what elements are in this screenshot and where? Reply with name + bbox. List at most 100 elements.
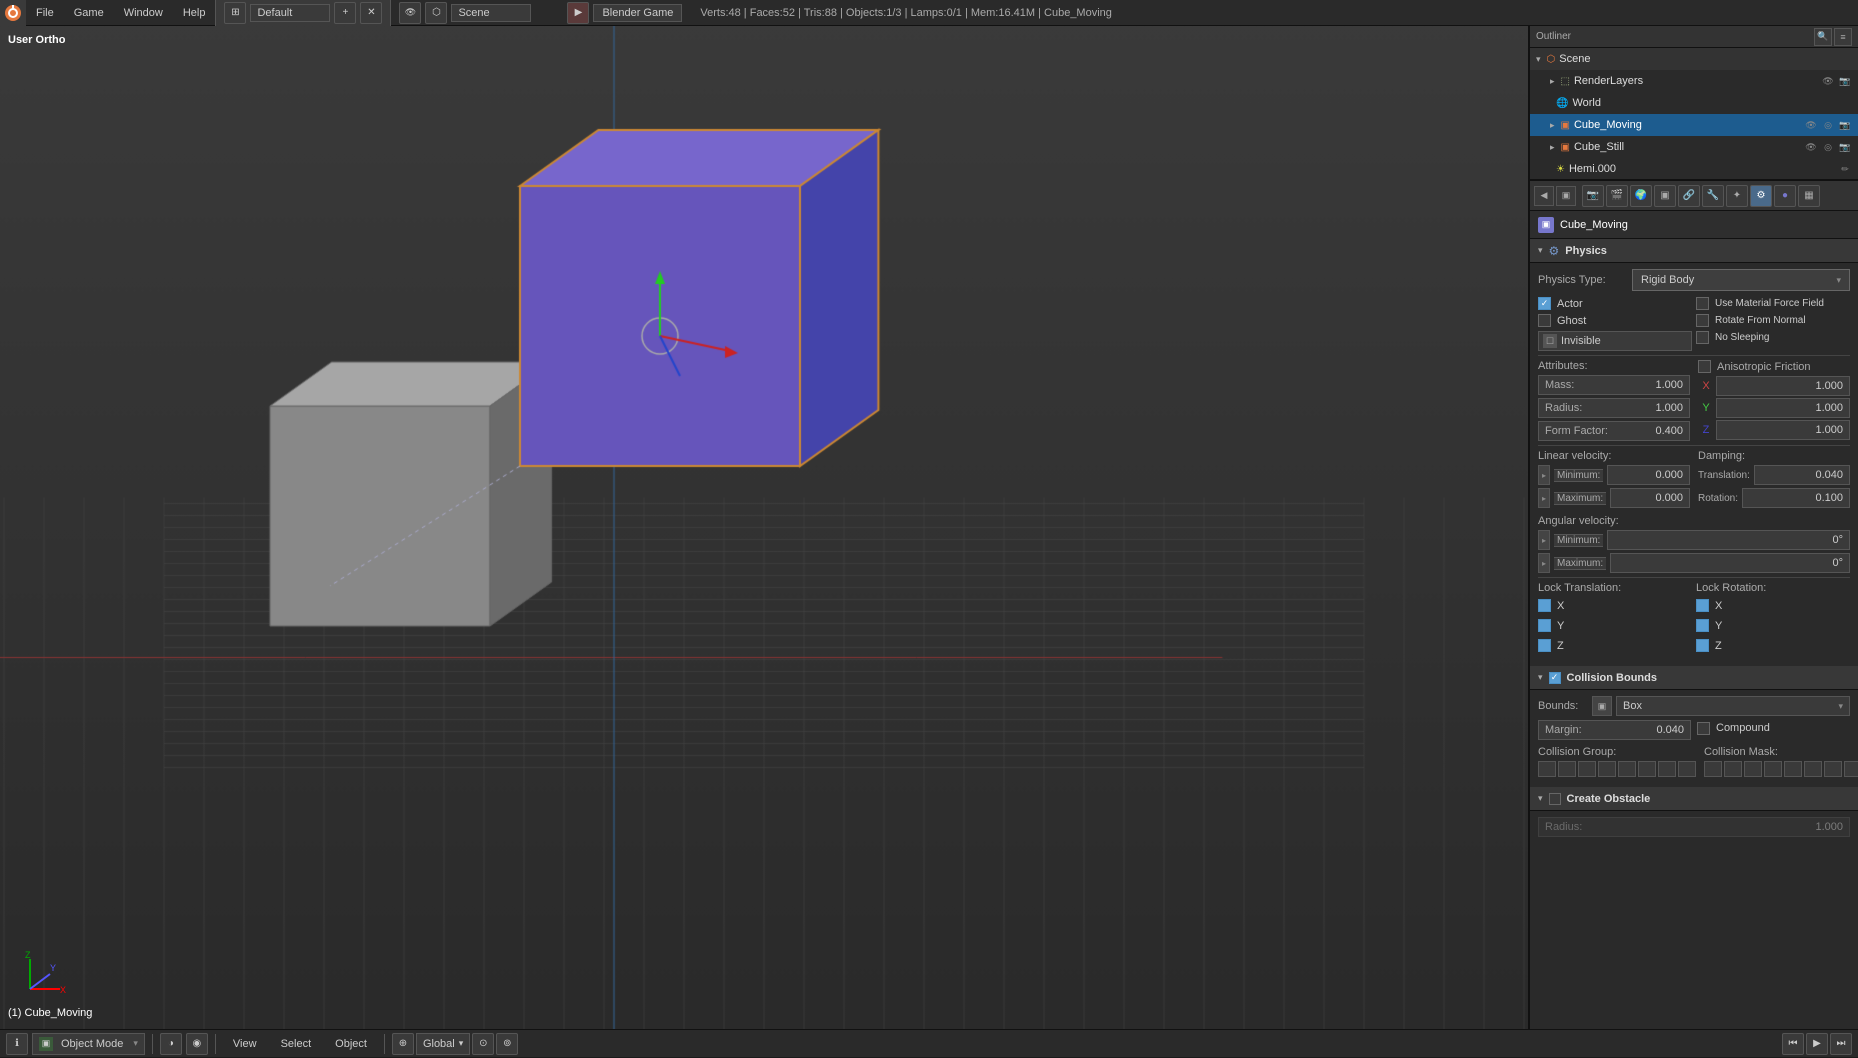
outliner-item-hemi[interactable]: ☀ Hemi.000 ✏ [1530,158,1858,180]
av-max-field[interactable]: 0° [1610,553,1850,573]
tab-modifiers[interactable]: 🔧 [1702,185,1724,207]
invisible-field[interactable]: ☐ Invisible [1538,331,1692,351]
cube-still-cursor-btn[interactable]: ◎ [1821,140,1835,154]
nav-back-btn[interactable]: ◀ [1534,186,1554,206]
menu-game[interactable]: Game [64,0,114,26]
workspace-remove-btn[interactable]: ✕ [360,2,382,24]
snap-btn[interactable]: ⊙ [472,1033,494,1055]
rl-eye-btn[interactable]: 👁 [1821,74,1835,88]
lv-max-arrow[interactable]: ▸ [1538,488,1550,508]
cg-btn-4[interactable] [1598,761,1616,777]
cg-btn-5[interactable] [1618,761,1636,777]
physics-type-dropdown[interactable]: Rigid Body ▾ [1632,269,1850,291]
cg-btn-7[interactable] [1658,761,1676,777]
ghost-checkbox[interactable] [1538,314,1551,327]
info-icon[interactable]: ℹ [6,1033,28,1055]
timeline-btn[interactable]: ⏮ [1782,1033,1804,1055]
view-mode-toggle[interactable]: ◑ [160,1033,182,1055]
play-btn[interactable]: ▶ [1806,1033,1828,1055]
outliner-item-scene[interactable]: ▾ ⬡ Scene [1530,48,1858,70]
workspace-dropdown[interactable] [250,4,330,22]
cm-btn-4[interactable] [1764,761,1782,777]
mass-field[interactable]: Mass: 1.000 [1538,375,1690,395]
cg-btn-3[interactable] [1578,761,1596,777]
cube-still-render-btn[interactable]: 📷 [1838,140,1852,154]
rl-cam-btn[interactable]: 📷 [1838,74,1852,88]
tab-constraints[interactable]: 🔗 [1678,185,1700,207]
outliner-filter-btn[interactable]: ≡ [1834,28,1852,46]
outliner-item-renderlayers[interactable]: ▸ ⬚ RenderLayers 👁 📷 [1530,70,1858,92]
engine-dropdown[interactable]: Blender Game [593,4,682,22]
obstacle-enabled-checkbox[interactable] [1549,793,1561,805]
global-pivot-icon[interactable]: ⊕ [392,1033,414,1055]
timeline-end-btn[interactable]: ⏭ [1830,1033,1852,1055]
tab-scene[interactable]: 🎬 [1606,185,1628,207]
aniso-z-field[interactable]: 1.000 [1716,420,1850,440]
compound-checkbox[interactable] [1697,722,1710,735]
lr-y-checkbox[interactable] [1696,619,1709,632]
collision-enabled-checkbox[interactable] [1549,672,1561,684]
tab-textures[interactable]: ▦ [1798,185,1820,207]
form-factor-field[interactable]: Form Factor: 0.400 [1538,421,1690,441]
collision-bounds-header[interactable]: ▾ Collision Bounds [1530,666,1858,690]
view-menu-btn[interactable]: View [223,1030,267,1058]
force-field-checkbox[interactable] [1696,297,1709,310]
proportional-btn[interactable]: ⊚ [496,1033,518,1055]
actor-checkbox[interactable] [1538,297,1551,310]
object-menu-btn[interactable]: Object [325,1030,377,1058]
outliner-item-world[interactable]: 🌐 World [1530,92,1858,114]
aniso-checkbox[interactable] [1698,360,1711,373]
tab-physics[interactable]: ⚙ [1750,185,1772,207]
av-min-field[interactable]: 0° [1607,530,1850,550]
select-menu-btn[interactable]: Select [271,1030,322,1058]
cm-btn-6[interactable] [1804,761,1822,777]
margin-field[interactable]: Margin: 0.040 [1538,720,1691,740]
nav-obj-btn active[interactable]: ▣ [1556,186,1576,206]
cm-btn-8[interactable] [1844,761,1858,777]
workspace-add-btn[interactable]: + [334,2,356,24]
damp-trans-field[interactable]: 0.040 [1754,465,1850,485]
lt-y-checkbox[interactable] [1538,619,1551,632]
pivot-dropdown[interactable]: Global ▾ [416,1033,470,1055]
tab-particles[interactable]: ✦ [1726,185,1748,207]
obstacle-radius-field[interactable]: Radius: 1.000 [1538,817,1850,837]
viewport[interactable]: User Ortho (1) Cube_Moving X Z Y [0,26,1528,1029]
radius-field[interactable]: Radius: 1.000 [1538,398,1690,418]
bounds-type-dropdown[interactable]: Box ▾ [1616,696,1850,716]
menu-file[interactable]: File [26,0,64,26]
av-max-arrow[interactable]: ▸ [1538,553,1550,573]
cm-btn-5[interactable] [1784,761,1802,777]
render-mode-btn[interactable]: ◉ [186,1033,208,1055]
cube-moving-cursor-btn[interactable]: ◎ [1821,118,1835,132]
cm-btn-7[interactable] [1824,761,1842,777]
lv-min-arrow[interactable]: ▸ [1538,465,1550,485]
tab-object[interactable]: ▣ [1654,185,1676,207]
menu-help[interactable]: Help [173,0,216,26]
physics-section-header[interactable]: ▾ ⚙ Physics [1530,239,1858,263]
cm-btn-1[interactable] [1704,761,1722,777]
cube-still-eye-btn[interactable]: 👁 [1804,140,1818,154]
scene-dropdown[interactable] [451,4,531,22]
cm-btn-3[interactable] [1744,761,1762,777]
lt-z-checkbox[interactable] [1538,639,1551,652]
outliner-item-cube-still[interactable]: ▸ ▣ Cube_Still 👁 ◎ 📷 [1530,136,1858,158]
cube-moving-render-btn[interactable]: 📷 [1838,118,1852,132]
bounds-icon-btn[interactable]: ▣ [1592,696,1612,716]
tab-world[interactable]: 🌍 [1630,185,1652,207]
no-sleeping-checkbox[interactable] [1696,331,1709,344]
damp-rot-field[interactable]: 0.100 [1742,488,1850,508]
cube-moving-eye-btn[interactable]: 👁 [1804,118,1818,132]
hemi-edit-btn[interactable]: ✏ [1838,162,1852,176]
lt-x-checkbox[interactable] [1538,599,1551,612]
outliner-item-cube-moving[interactable]: ▸ ▣ Cube_Moving 👁 ◎ 📷 [1530,114,1858,136]
aniso-x-field[interactable]: 1.000 [1716,376,1850,396]
create-obstacle-header[interactable]: ▾ Create Obstacle [1530,787,1858,811]
cg-btn-8[interactable] [1678,761,1696,777]
cm-btn-2[interactable] [1724,761,1742,777]
cg-btn-6[interactable] [1638,761,1656,777]
menu-window[interactable]: Window [114,0,173,26]
lr-x-checkbox[interactable] [1696,599,1709,612]
object-mode-dropdown[interactable]: ▣ Object Mode ▾ [32,1033,145,1055]
tab-materials[interactable]: ● [1774,185,1796,207]
lv-min-field[interactable]: 0.000 [1607,465,1690,485]
